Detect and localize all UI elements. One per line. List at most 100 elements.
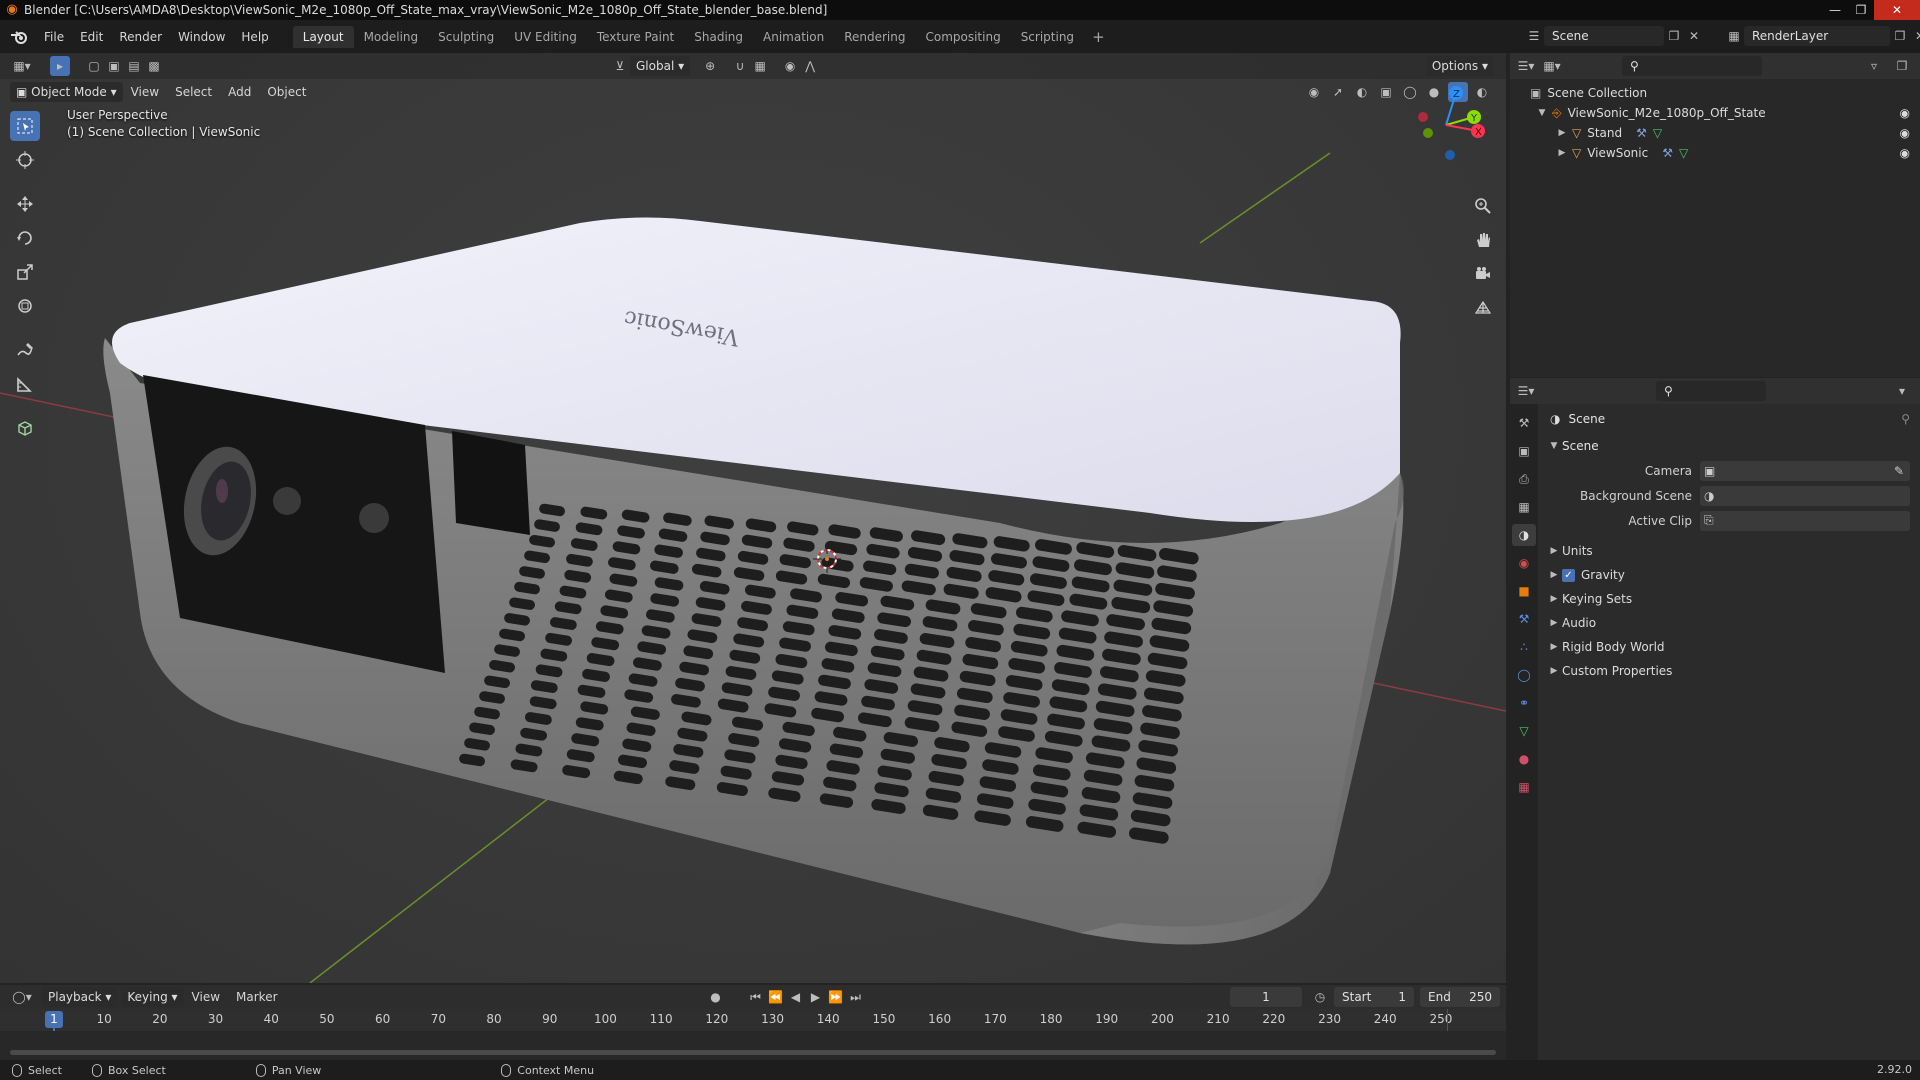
keying-dropdown[interactable]: Keying ▾ (121, 987, 184, 1007)
cursor-icon[interactable] (10, 145, 40, 175)
custom-properties-panel[interactable]: ▶ Custom Properties (1542, 659, 1920, 683)
timeline-track-area[interactable] (0, 1031, 1506, 1060)
maximize-icon[interactable]: ❐ (1848, 0, 1874, 20)
delete-view-layer-icon[interactable]: ✕ (1910, 26, 1920, 46)
new-scene-icon[interactable]: ❐ (1664, 26, 1684, 46)
eye-icon[interactable]: ◉ (1900, 126, 1910, 140)
timeline-scrollbar[interactable] (10, 1050, 1496, 1055)
playback-dropdown[interactable]: Playback ▾ (42, 987, 118, 1007)
prev-keyframe-icon[interactable]: ⏪ (766, 987, 786, 1007)
outliner-row-collection[interactable]: ▼ ⎆ ViewSonic_M2e_1080p_Off_State ◉ (1510, 103, 1920, 123)
menu-render[interactable]: Render (111, 26, 170, 48)
properties-editor-type-icon[interactable]: ☰▾ (1516, 381, 1536, 401)
viewport-scene[interactable]: ViewSonic (0, 53, 1506, 983)
menu-edit[interactable]: Edit (72, 26, 111, 48)
filter-icon[interactable]: ▿ (1864, 56, 1884, 76)
timeline-menu-marker[interactable]: Marker (228, 990, 285, 1004)
expand-right-icon[interactable]: ▶ (1546, 666, 1562, 676)
properties-options-icon[interactable]: ▾ (1892, 381, 1912, 401)
proportional-edit-icon[interactable]: ◉ (780, 56, 800, 76)
scene-name-field[interactable]: Scene (1544, 26, 1664, 46)
gizmo-neg-z[interactable] (1445, 150, 1455, 160)
eye-icon[interactable]: ◉ (1900, 106, 1910, 120)
tab-shading[interactable]: Shading (684, 26, 753, 48)
viewport-menu-view[interactable]: View (123, 85, 167, 99)
expand-right-icon[interactable]: ▶ (1546, 642, 1562, 652)
overlay-icon[interactable]: ◐ (1352, 82, 1372, 102)
outliner-root[interactable]: ▣ Scene Collection (1510, 83, 1920, 103)
menu-window[interactable]: Window (170, 26, 233, 48)
timeline-editor-type-icon[interactable]: ◯▾ (12, 987, 32, 1007)
select-subtract-icon[interactable]: ▤ (124, 56, 144, 76)
expand-right-icon[interactable]: ▶ (1554, 148, 1570, 158)
constraints-tab-icon[interactable]: ⚭ (1512, 692, 1536, 714)
select-extend-icon[interactable]: ▣ (104, 56, 124, 76)
delete-scene-icon[interactable]: ✕ (1684, 26, 1704, 46)
play-reverse-icon[interactable]: ◀ (786, 987, 806, 1007)
output-tab-icon[interactable]: ⎙ (1512, 468, 1536, 490)
zoom-icon[interactable] (1470, 193, 1496, 219)
transform-icon[interactable] (10, 291, 40, 321)
view-layer-icon[interactable]: ▦ (1724, 26, 1744, 46)
tab-sculpting[interactable]: Sculpting (428, 26, 504, 48)
annotate-icon[interactable] (10, 335, 40, 365)
navigation-gizmo[interactable]: Z Y X (1406, 83, 1486, 163)
new-view-layer-icon[interactable]: ❐ (1890, 26, 1910, 46)
timeline-menu-view[interactable]: View (184, 990, 228, 1004)
gizmo-icon[interactable]: ➚ (1328, 82, 1348, 102)
expand-down-icon[interactable]: ▼ (1546, 441, 1562, 451)
data-tab-icon[interactable]: ▽ (1512, 720, 1536, 742)
blender-logo-icon[interactable] (8, 26, 30, 48)
transform-orientation-icon[interactable]: ⊻ (610, 56, 630, 76)
tab-rendering[interactable]: Rendering (834, 26, 915, 48)
select-new-icon[interactable]: ▢ (84, 56, 104, 76)
tab-compositing[interactable]: Compositing (915, 26, 1010, 48)
active-clip-field[interactable]: ⎘ (1700, 510, 1910, 531)
render-tab-icon[interactable]: ▣ (1512, 440, 1536, 462)
outliner-row-viewsonic[interactable]: ▶ ▽ ViewSonic ⚒ ▽ ◉ (1510, 143, 1920, 163)
properties-search-input[interactable]: ⚲ (1656, 381, 1766, 401)
ortho-grid-icon[interactable] (1470, 295, 1496, 321)
transform-orientation-dropdown[interactable]: Global ▾ (630, 56, 691, 76)
expand-right-icon[interactable]: ▶ (1546, 618, 1562, 628)
tab-modeling[interactable]: Modeling (354, 26, 429, 48)
expand-right-icon[interactable]: ▶ (1546, 570, 1562, 580)
gizmo-neg-y[interactable] (1423, 128, 1433, 138)
particles-tab-icon[interactable]: ∴ (1512, 636, 1536, 658)
playhead[interactable]: 1 (45, 1011, 63, 1028)
tool-tab-icon[interactable]: ⚒ (1512, 412, 1536, 434)
outliner-search-input[interactable]: ⚲ (1622, 56, 1762, 76)
xray-icon[interactable]: ▣ (1376, 82, 1396, 102)
gizmo-neg-x[interactable] (1418, 112, 1428, 122)
jump-end-icon[interactable]: ⏭ (846, 987, 866, 1007)
select-box-icon[interactable] (10, 111, 40, 141)
select-mode-icon[interactable]: ▸ (50, 56, 70, 76)
tab-texture-paint[interactable]: Texture Paint (587, 26, 684, 48)
next-keyframe-icon[interactable]: ⏩ (826, 987, 846, 1007)
object-tab-icon[interactable]: ■ (1512, 580, 1536, 602)
gravity-checkbox[interactable]: ✓ (1562, 568, 1575, 582)
add-cube-icon[interactable] (10, 413, 40, 443)
start-frame-field[interactable]: Start 1 (1334, 987, 1414, 1007)
world-tab-icon[interactable]: ◉ (1512, 552, 1536, 574)
texture-tab-icon[interactable]: ▦ (1512, 776, 1536, 798)
falloff-icon[interactable]: ⋀ (800, 56, 820, 76)
rotate-icon[interactable] (10, 223, 40, 253)
menu-help[interactable]: Help (233, 26, 276, 48)
rigid-body-world-panel[interactable]: ▶ Rigid Body World (1542, 635, 1920, 659)
menu-file[interactable]: File (36, 26, 72, 48)
tab-uv-editing[interactable]: UV Editing (504, 26, 587, 48)
expand-right-icon[interactable]: ▶ (1546, 546, 1562, 556)
current-frame-field[interactable]: 1 (1230, 987, 1302, 1007)
add-workspace-button[interactable]: + (1084, 28, 1113, 46)
end-frame-field[interactable]: End 250 (1420, 987, 1500, 1007)
mesh-data-icon[interactable]: ▽ (1679, 146, 1688, 160)
viewport-menu-add[interactable]: Add (220, 85, 259, 99)
display-mode-icon[interactable]: ▦▾ (1542, 56, 1562, 76)
move-icon[interactable] (10, 189, 40, 219)
physics-tab-icon[interactable]: ◯ (1512, 664, 1536, 686)
close-icon[interactable]: ✕ (1874, 0, 1920, 20)
viewport-menu-select[interactable]: Select (167, 85, 220, 99)
scene-icon[interactable]: ☰ (1524, 26, 1544, 46)
visibility-icon[interactable]: ◉ (1304, 82, 1324, 102)
